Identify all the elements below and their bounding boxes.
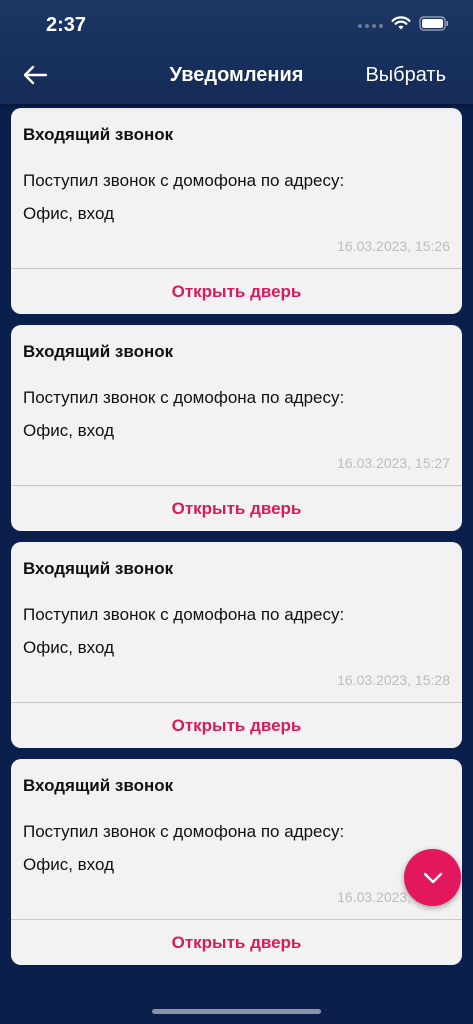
open-door-button[interactable]: Открыть дверь — [11, 269, 462, 314]
notification-text: Поступил звонок с домофона по адресу: — [23, 388, 345, 407]
notification-text: Поступил звонок с домофона по адресу: — [23, 605, 345, 624]
notification-timestamp: 16.03.2023, 15:27 — [337, 455, 450, 471]
open-door-button[interactable]: Открыть дверь — [11, 486, 462, 531]
notification-title: Входящий звонок — [23, 776, 174, 795]
signal-icon — [358, 24, 383, 28]
notification-title: Входящий звонок — [23, 125, 174, 144]
notification-title: Входящий звонок — [23, 559, 174, 578]
scroll-down-button[interactable] — [404, 849, 461, 906]
home-indicator — [152, 1009, 321, 1014]
select-button[interactable]: Выбрать — [365, 64, 446, 87]
notifications-screen: 2:37 Уведомления Выбрать Входящий звонок… — [0, 0, 473, 1024]
notification-card: Входящий звонок Поступил звонок с домофо… — [11, 108, 462, 314]
notification-text: Поступил звонок с домофона по адресу: — [23, 171, 345, 190]
notification-card: Входящий звонок Поступил звонок с домофо… — [11, 542, 462, 748]
wifi-icon — [391, 16, 411, 36]
notification-text: Поступил звонок с домофона по адресу: — [23, 822, 345, 841]
notification-list: Входящий звонок Поступил звонок с домофо… — [11, 108, 462, 965]
notification-timestamp: 16.03.2023, 15:28 — [337, 672, 450, 688]
open-door-button[interactable]: Открыть дверь — [11, 703, 462, 748]
notification-timestamp: 16.03.2023, 15:26 — [337, 238, 450, 254]
status-icons — [358, 16, 449, 36]
notification-address: Офис, вход — [23, 638, 114, 657]
open-door-button[interactable]: Открыть дверь — [11, 920, 462, 965]
notification-card: Входящий звонок Поступил звонок с домофо… — [11, 325, 462, 531]
notification-address: Офис, вход — [23, 855, 114, 874]
notification-address: Офис, вход — [23, 204, 114, 223]
battery-icon — [419, 16, 449, 36]
top-bar: 2:37 Уведомления Выбрать — [0, 0, 473, 104]
chevron-down-icon — [423, 872, 442, 883]
notification-address: Офис, вход — [23, 421, 114, 440]
notification-card: Входящий звонок Поступил звонок с домофо… — [11, 759, 462, 965]
status-time: 2:37 — [46, 14, 87, 36]
notification-title: Входящий звонок — [23, 342, 174, 361]
